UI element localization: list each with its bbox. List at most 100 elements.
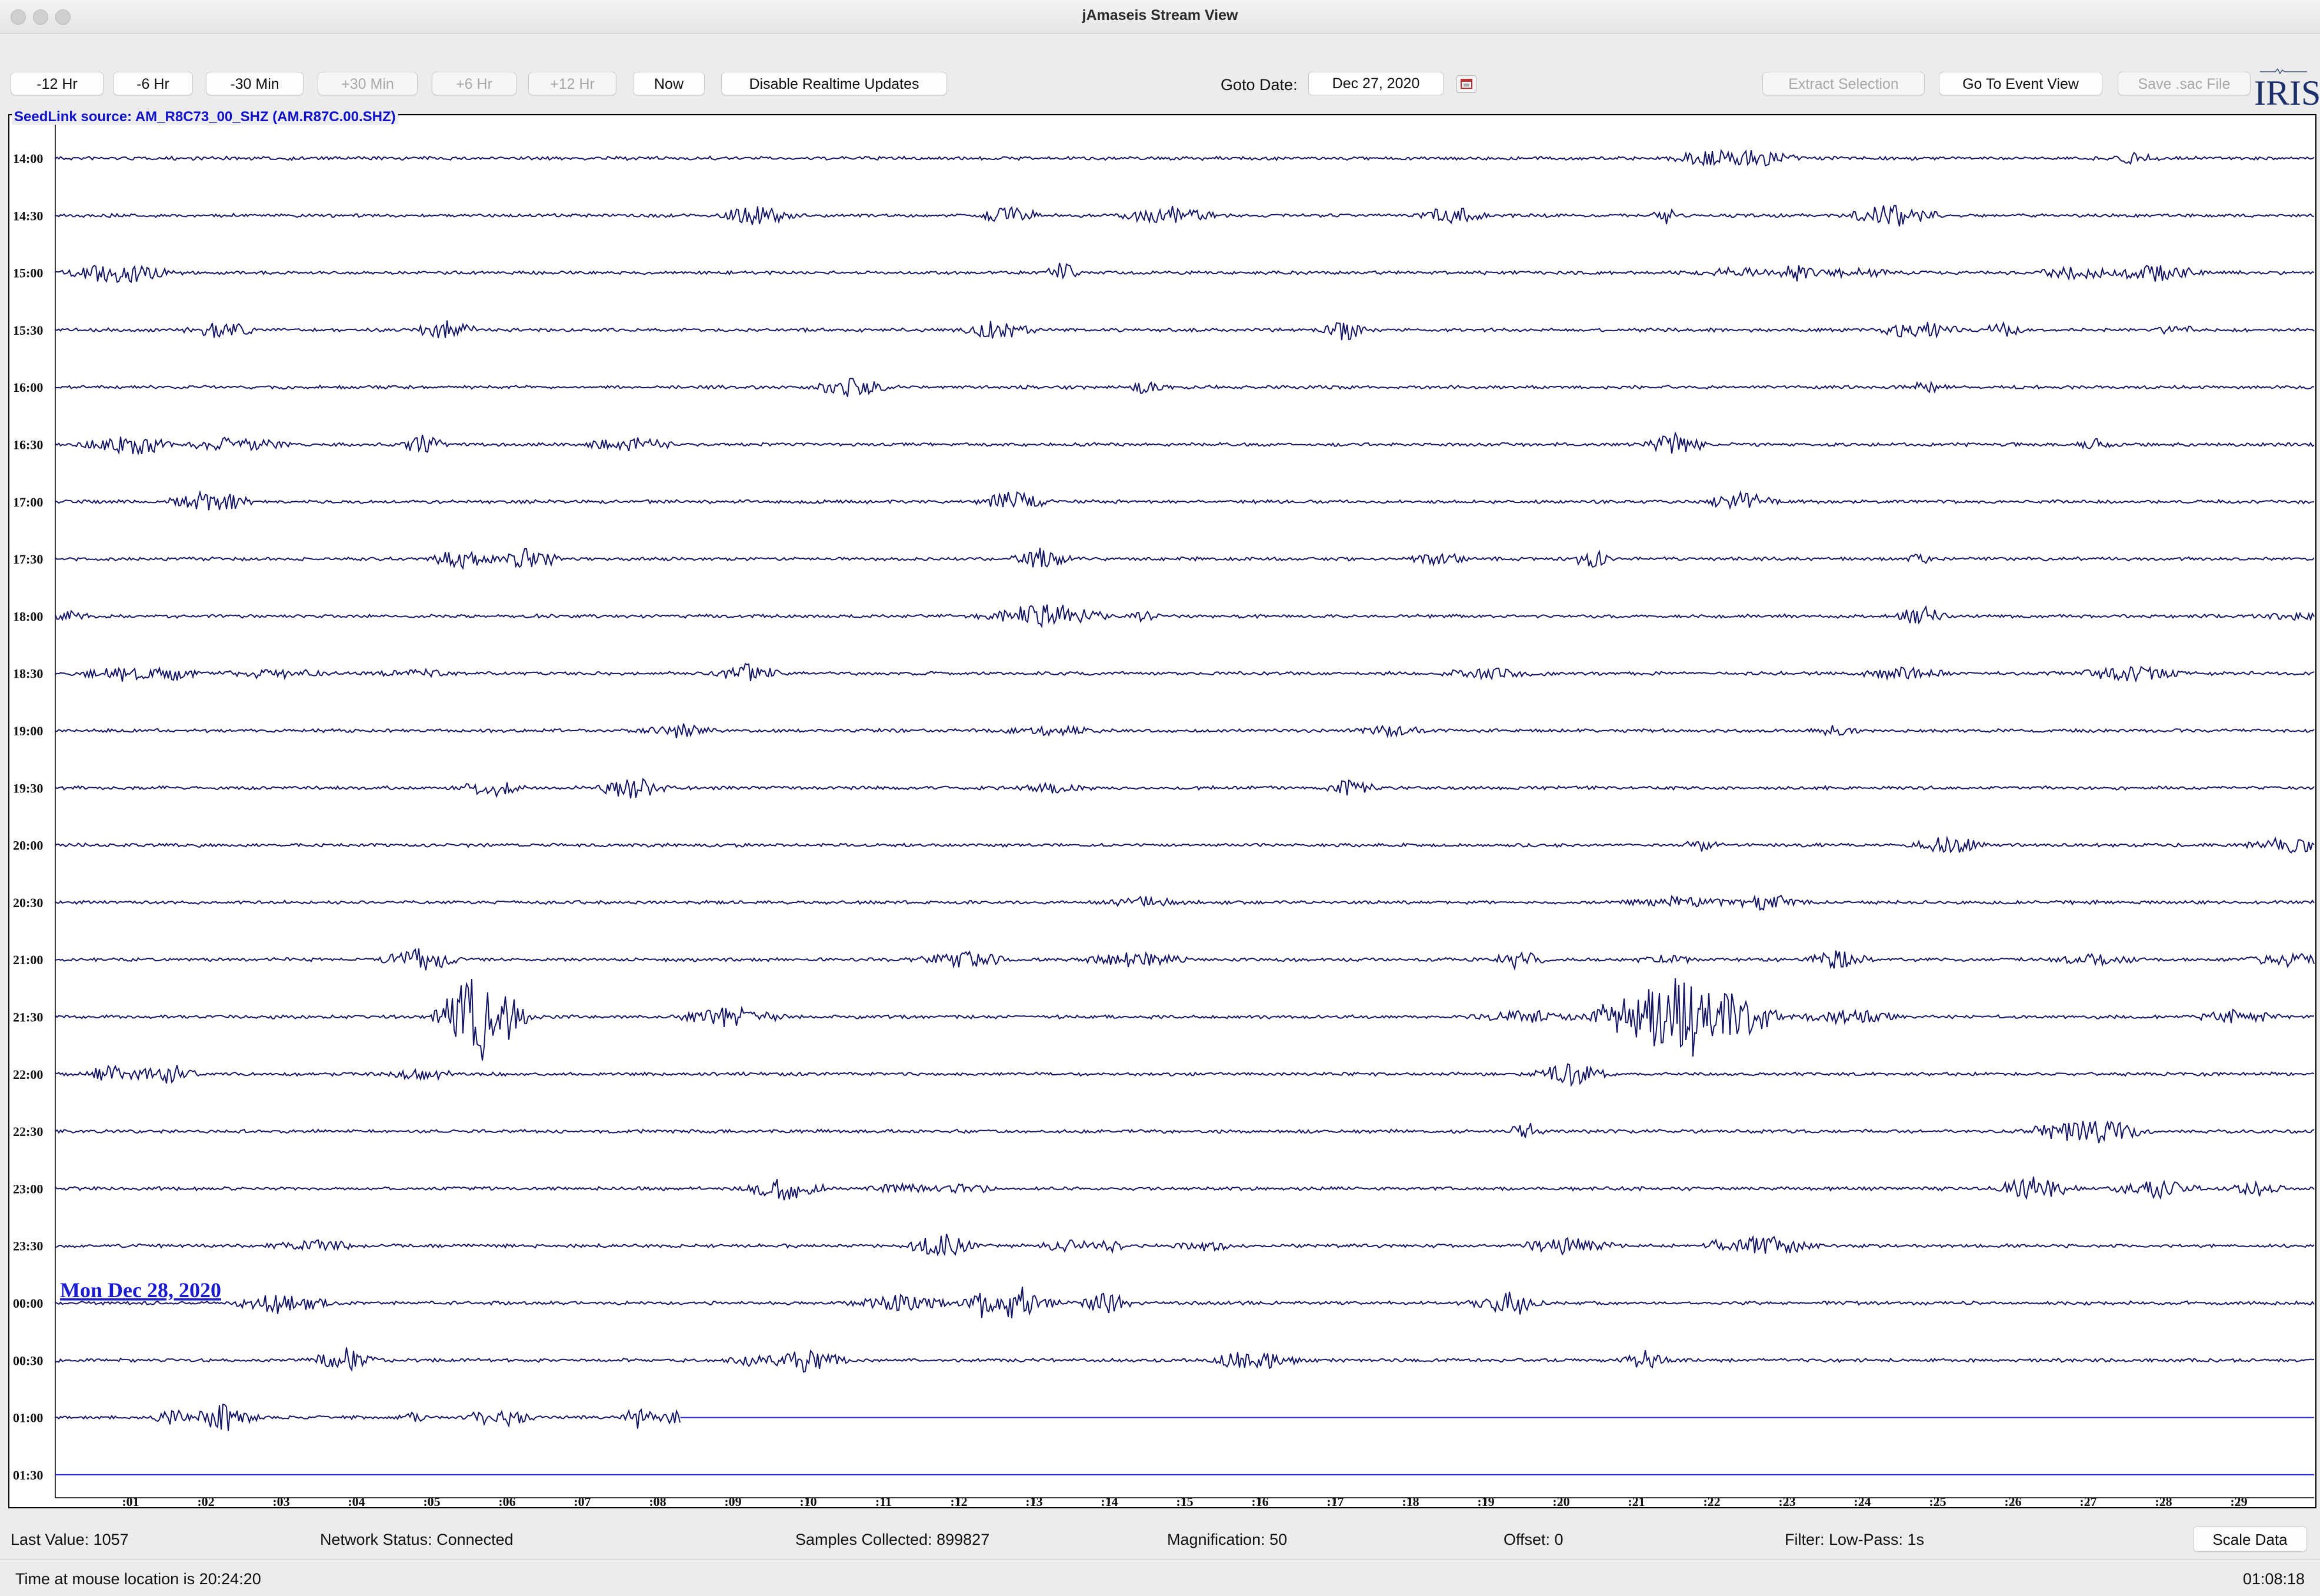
x-axis-tick-label: :10 xyxy=(799,1494,816,1507)
x-axis-tick-label: :11 xyxy=(875,1494,892,1507)
x-axis-tick-label: :08 xyxy=(649,1494,666,1507)
seismogram-trace[interactable] xyxy=(55,149,2315,167)
row-time-label: 20:00 xyxy=(13,838,43,853)
seismogram-trace[interactable] xyxy=(55,778,2315,799)
x-axis-tick-label: :27 xyxy=(2079,1494,2096,1507)
title-bar: jAmaseis Stream View xyxy=(0,0,2320,34)
row-time-label: 14:00 xyxy=(13,151,43,166)
row-time-label: 00:00 xyxy=(13,1296,43,1311)
seismogram-trace[interactable] xyxy=(55,1403,681,1431)
seismogram-trace[interactable] xyxy=(55,1176,2315,1201)
seismogram-traces[interactable]: 14:00 14:30 15:00 15:30 16:00 16:30 17:00 17:30… xyxy=(9,115,2315,1507)
x-axis-tick-label: :01 xyxy=(122,1494,139,1507)
forward-30-min-button[interactable]: +30 Min xyxy=(318,72,418,95)
x-axis-tick-label: :28 xyxy=(2155,1494,2172,1507)
x-axis-tick-label: :04 xyxy=(348,1494,365,1507)
seismogram-trace[interactable] xyxy=(55,1234,2315,1257)
calendar-icon xyxy=(1461,79,1472,89)
row-time-label: 21:30 xyxy=(13,1010,43,1025)
now-button[interactable]: Now xyxy=(633,72,705,95)
seismogram-trace[interactable] xyxy=(55,1287,2315,1318)
go-to-event-view-button[interactable]: Go To Event View xyxy=(1939,72,2102,95)
row-time-label: 22:30 xyxy=(13,1124,43,1139)
x-axis-tick-label: :23 xyxy=(1778,1494,1795,1507)
row-time-label: 18:30 xyxy=(13,667,43,681)
seismogram-trace[interactable] xyxy=(55,662,2315,683)
extract-selection-button[interactable]: Extract Selection xyxy=(1762,72,1925,95)
x-axis-tick-label: :29 xyxy=(2230,1494,2247,1507)
row-time-label: 22:00 xyxy=(13,1067,43,1082)
row-time-label: 16:00 xyxy=(13,380,43,395)
goto-date-label: Goto Date: xyxy=(1221,76,1298,94)
x-axis-tick-label: :22 xyxy=(1703,1494,1720,1507)
clock: 01:08:18 xyxy=(2242,1570,2305,1588)
seismogram-trace[interactable] xyxy=(55,320,2315,341)
offset: Offset: 0 xyxy=(1504,1531,1564,1548)
x-axis-tick-label: :17 xyxy=(1326,1494,1344,1507)
seismogram-trace[interactable] xyxy=(55,604,2315,629)
iris-logo: IRIS xyxy=(2254,61,2320,112)
disable-realtime-updates-button[interactable]: Disable Realtime Updates xyxy=(721,72,947,95)
helicorder-plot[interactable]: 14:00 14:30 15:00 15:30 16:00 16:30 17:00 17:30… xyxy=(8,114,2316,1508)
logo-text: IRIS xyxy=(2254,74,2320,112)
toolbar: -12 Hr -6 Hr -30 Min +30 Min +6 Hr +12 H… xyxy=(0,61,2320,108)
date-marker-label: Mon Dec 28, 2020 xyxy=(60,1278,221,1302)
x-axis-tick-label: :19 xyxy=(1477,1494,1494,1507)
x-axis-tick-label: :15 xyxy=(1176,1494,1193,1507)
forward-6-hr-button[interactable]: +6 Hr xyxy=(432,72,516,95)
last-value: Last Value: 1057 xyxy=(11,1531,129,1548)
mouse-time-readout: Time at mouse location is 20:24:20 xyxy=(15,1570,261,1588)
x-axis-tick-label: :06 xyxy=(498,1494,515,1507)
row-time-label: 20:30 xyxy=(13,895,43,910)
seismogram-trace[interactable] xyxy=(55,548,2315,570)
x-axis-tick-label: :24 xyxy=(1854,1494,1871,1507)
goto-date-field[interactable]: Dec 27, 2020 xyxy=(1308,72,1444,95)
calendar-button[interactable] xyxy=(1456,75,1476,93)
row-time-label: 19:00 xyxy=(13,724,43,738)
seismogram-trace[interactable] xyxy=(55,835,2315,854)
seismogram-trace[interactable] xyxy=(55,431,2315,456)
filter: Filter: Low-Pass: 1s xyxy=(1785,1531,1925,1548)
row-time-label: 00:30 xyxy=(13,1353,43,1368)
row-time-label: 16:30 xyxy=(13,438,43,452)
x-axis-tick-label: :26 xyxy=(2004,1494,2021,1507)
seismogram-trace[interactable] xyxy=(55,978,2315,1061)
back-12-hr-button[interactable]: -12 Hr xyxy=(11,72,104,95)
seismogram-trace[interactable] xyxy=(55,1347,2315,1373)
seismogram-trace[interactable] xyxy=(55,205,2315,226)
scale-data-button[interactable]: Scale Data xyxy=(2193,1526,2307,1552)
row-time-label: 15:00 xyxy=(13,266,43,281)
seismogram-trace[interactable] xyxy=(55,262,2315,284)
seismogram-trace[interactable] xyxy=(55,723,2315,739)
forward-12-hr-button[interactable]: +12 Hr xyxy=(528,72,616,95)
save-sac-file-button[interactable]: Save .sac File xyxy=(2118,72,2251,95)
row-time-label: 17:00 xyxy=(13,495,43,509)
row-time-label: 15:30 xyxy=(13,323,43,338)
row-time-label: 23:30 xyxy=(13,1239,43,1254)
x-axis-tick-label: :21 xyxy=(1628,1494,1645,1507)
row-time-label: 17:30 xyxy=(13,552,43,567)
status-bar: Last Value: 1057 Network Status: Connect… xyxy=(0,1524,2320,1554)
back-6-hr-button[interactable]: -6 Hr xyxy=(113,72,193,95)
row-time-label: 18:00 xyxy=(13,609,43,624)
x-axis-tick-label: :20 xyxy=(1552,1494,1569,1507)
seismogram-trace[interactable] xyxy=(55,378,2315,397)
seismogram-trace[interactable] xyxy=(55,948,2315,971)
x-axis-tick-label: :18 xyxy=(1402,1494,1419,1507)
seismogram-trace[interactable] xyxy=(55,1063,2315,1087)
seismogram-trace[interactable] xyxy=(55,894,2315,911)
x-axis-tick-label: :12 xyxy=(950,1494,967,1507)
row-time-label: 23:00 xyxy=(13,1181,43,1196)
x-axis-tick-label: :14 xyxy=(1101,1494,1118,1507)
window-title: jAmaseis Stream View xyxy=(1082,7,1238,24)
x-axis-tick-label: :03 xyxy=(272,1494,289,1507)
seismogram-trace[interactable] xyxy=(55,489,2315,511)
x-axis-tick-label: :13 xyxy=(1025,1494,1042,1507)
back-30-min-button[interactable]: -30 Min xyxy=(206,72,304,95)
row-time-label: 01:30 xyxy=(13,1468,43,1482)
seismogram-trace[interactable] xyxy=(55,1120,2315,1144)
row-time-label: 14:30 xyxy=(13,208,43,223)
footer-bar: Time at mouse location is 20:24:20 01:08… xyxy=(0,1559,2320,1596)
network-status: Network Status: Connected xyxy=(320,1531,514,1548)
x-axis-tick-label: :09 xyxy=(724,1494,741,1507)
